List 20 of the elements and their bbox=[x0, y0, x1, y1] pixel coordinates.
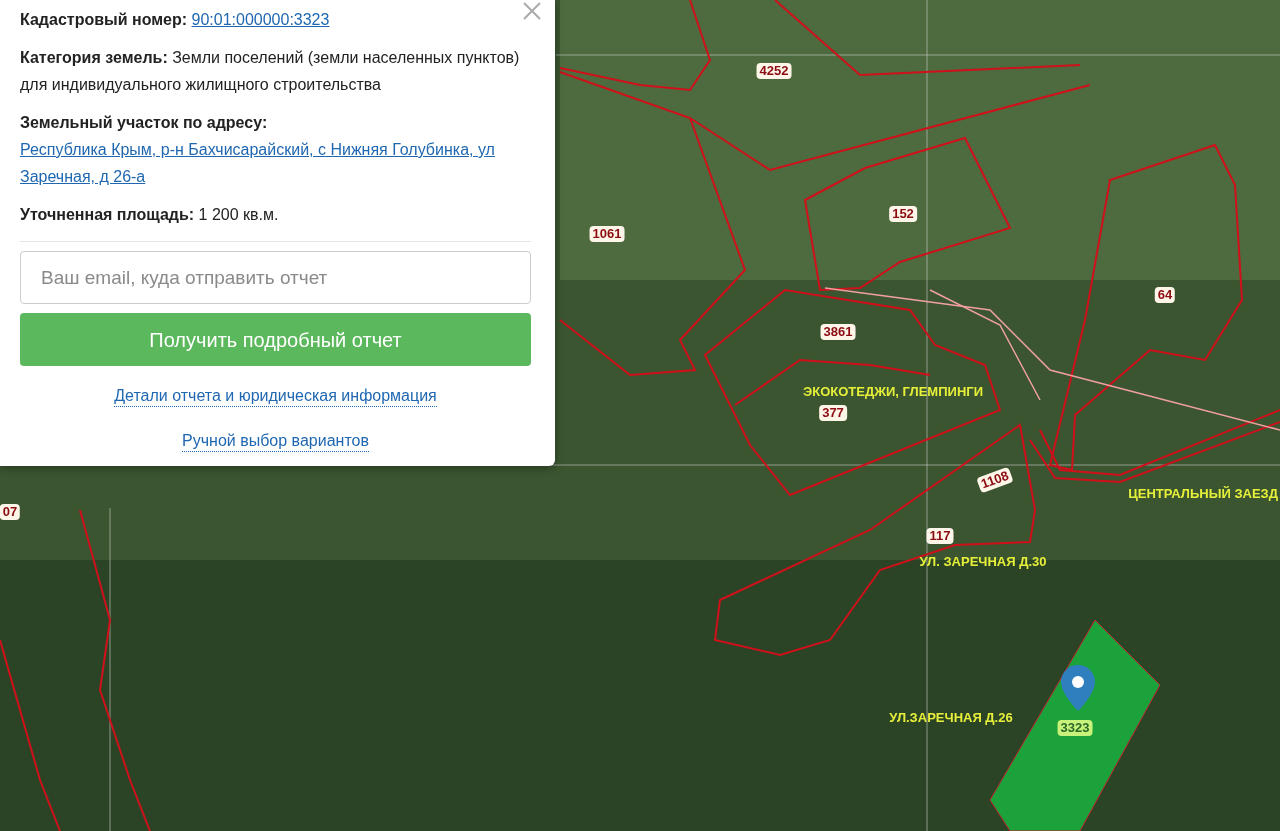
street-label: УЛ. ЗАРЕЧНАЯ Д.30 bbox=[919, 554, 1047, 570]
parcel-number: 3323 bbox=[1057, 720, 1093, 736]
field-label: Земельный участок по адресу: bbox=[20, 114, 268, 131]
field-label: Кадастровый номер: bbox=[20, 11, 188, 28]
parcel-number: 64 bbox=[1154, 287, 1176, 303]
parcel-number: 4252 bbox=[756, 63, 792, 79]
field-label: Уточненная площадь: bbox=[20, 206, 195, 223]
parcel-number: 117 bbox=[926, 528, 954, 544]
parcel-number: 3861 bbox=[820, 324, 856, 340]
parcel-number: 1061 bbox=[589, 226, 625, 242]
land-usage: для индивидуального жилищного строительства bbox=[20, 75, 382, 95]
parcel-number: 377 bbox=[819, 405, 847, 421]
street-label: ЦЕНТРАЛЬНЫЙ ЗАЕЗД bbox=[1128, 486, 1278, 502]
street-label: УЛ.ЗАРЕЧНАЯ Д.26 bbox=[889, 710, 1013, 726]
land-category: Земли поселений (земли населенных пунктов) bbox=[172, 49, 520, 66]
area-value: 1 200 кв.м. bbox=[198, 206, 279, 223]
field-label: Категория земель: bbox=[20, 49, 168, 66]
street-label: ЭКОКОТЕДЖИ, ГЛЕМПИНГИ bbox=[803, 384, 983, 400]
parcel-number: 07 bbox=[0, 504, 21, 520]
parcel-number: 152 bbox=[889, 206, 917, 222]
